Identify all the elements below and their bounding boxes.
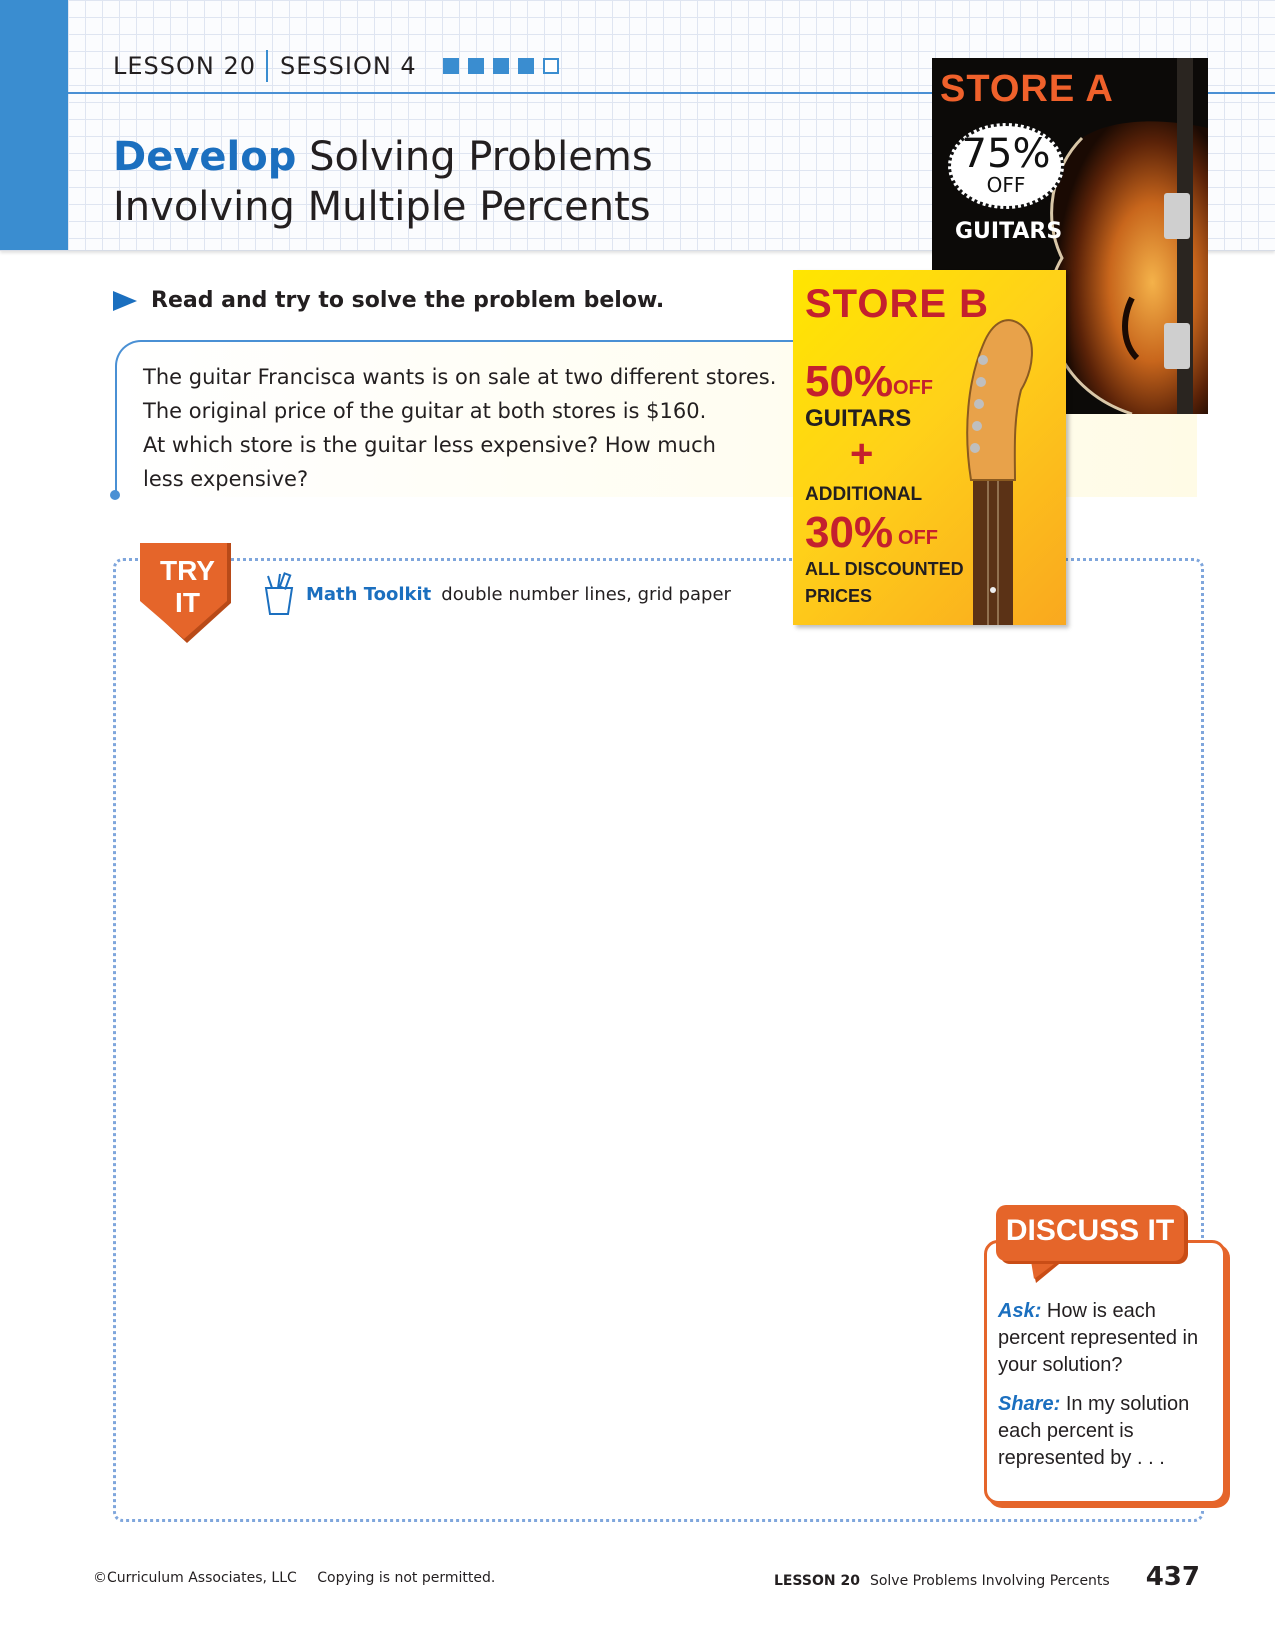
store-b-percent2: 30% xyxy=(805,508,894,557)
problem-text: The guitar Francisca wants is on sale at… xyxy=(143,360,783,496)
store-b-discounted: ALL DISCOUNTED PRICES xyxy=(805,556,964,610)
store-a-title: STORE A xyxy=(940,68,1114,110)
session-label: SESSION 4 xyxy=(280,52,417,80)
arrow-right-icon xyxy=(113,290,137,311)
store-b-additional: ADDITIONAL xyxy=(805,484,923,505)
store-a-discount-badge: 75% OFF xyxy=(948,123,1064,209)
footer-notice: Copying is not permitted. xyxy=(317,1570,496,1586)
store-b-percent1: 50% xyxy=(805,357,894,406)
footer-lesson: LESSON 20 xyxy=(773,1573,860,1589)
blue-side-tab xyxy=(0,0,68,250)
progress-square-filled xyxy=(442,58,459,74)
store-b-off1: OFF xyxy=(893,377,933,399)
pencil-cup-icon xyxy=(264,572,294,615)
problem-line: less expensive? xyxy=(143,467,309,491)
store-b-off2: OFF xyxy=(898,527,938,549)
session-progress xyxy=(442,58,559,74)
lesson-label: LESSON 20 xyxy=(113,52,257,80)
math-toolkit: Math Toolkit double number lines, grid p… xyxy=(262,572,731,616)
footer-left: ©Curriculum Associates, LLC Copying is n… xyxy=(93,1570,511,1586)
page-number: 437 xyxy=(1145,1562,1200,1592)
store-a-off: OFF xyxy=(986,173,1026,197)
toolkit-items: double number lines, grid paper xyxy=(441,583,731,605)
instruction: Read and try to solve the problem below. xyxy=(113,288,664,313)
store-a-item: GUITARS xyxy=(955,219,1063,244)
progress-square-filled xyxy=(492,58,509,74)
lesson-separator xyxy=(266,50,269,82)
it-label: IT xyxy=(175,587,200,618)
progress-square-filled xyxy=(467,58,484,74)
discuss-it-text: Ask: How is each percent represented in … xyxy=(998,1298,1208,1484)
footer-lesson-title: Solve Problems Involving Percents xyxy=(869,1573,1110,1589)
title-line1: Solving Problems xyxy=(309,134,653,180)
progress-square-empty xyxy=(542,58,559,74)
discuss-it-title: DISCUSS IT xyxy=(1005,1214,1175,1247)
try-it-label: TRY IT xyxy=(140,555,235,619)
progress-square-filled xyxy=(517,58,534,74)
title-line2: Involving Multiple Percents xyxy=(113,184,651,230)
lesson-session-line: LESSON 20 SESSION 4 xyxy=(113,50,559,82)
ask-label: Ask: xyxy=(998,1300,1042,1322)
footer-right: LESSON 20 Solve Problems Involving Perce… xyxy=(774,1562,1200,1592)
store-b-discounted-line2: PRICES xyxy=(805,586,873,606)
problem-line: The guitar Francisca wants is on sale at… xyxy=(143,365,777,389)
problem-line: At which store is the guitar less expens… xyxy=(143,433,716,457)
footer-copyright: ©Curriculum Associates, LLC xyxy=(93,1570,297,1586)
instruction-text: Read and try to solve the problem below. xyxy=(151,288,665,313)
store-b-discounted-line1: ALL DISCOUNTED xyxy=(805,559,964,579)
title-develop: Develop xyxy=(113,134,297,180)
store-b-item: GUITARS xyxy=(805,405,912,432)
problem-box-dot xyxy=(110,490,120,500)
problem-line: The original price of the guitar at both… xyxy=(143,399,707,423)
try-label: TRY xyxy=(160,555,215,586)
store-a-percent: 75% xyxy=(961,131,1051,177)
toolkit-label: Math Toolkit xyxy=(306,583,432,605)
share-label: Share: xyxy=(998,1393,1061,1415)
page-title: Develop Solving Problems Involving Multi… xyxy=(113,132,653,232)
store-b-plus: + xyxy=(850,432,874,476)
store-b-title: STORE B xyxy=(805,282,990,326)
